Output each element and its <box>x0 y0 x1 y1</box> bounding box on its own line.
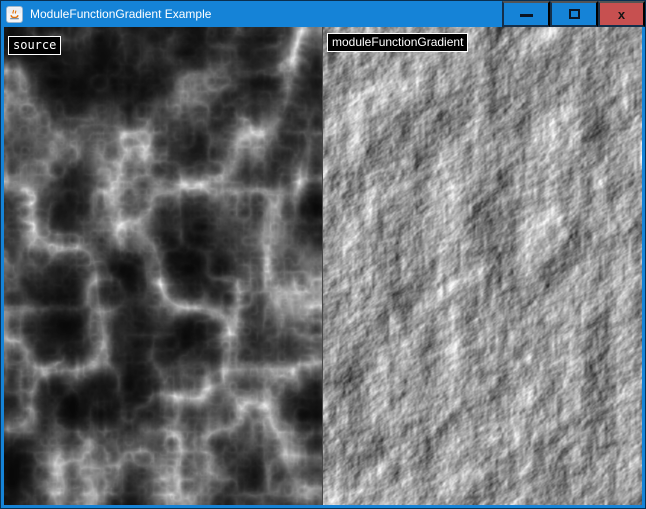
caption-buttons: x <box>502 1 645 27</box>
source-image-canvas <box>4 27 322 505</box>
minimize-icon <box>520 14 533 17</box>
window-title: ModuleFunctionGradient Example <box>30 7 211 21</box>
maximize-button[interactable] <box>550 1 598 27</box>
java-coffee-cup-icon[interactable] <box>6 6 23 23</box>
source-label: source <box>8 36 61 55</box>
close-button[interactable]: x <box>598 1 645 27</box>
gradient-image-canvas <box>323 27 642 505</box>
window-content: source moduleFunctionGradient <box>1 27 645 508</box>
title-bar-left: ModuleFunctionGradient Example <box>1 1 502 27</box>
minimize-button[interactable] <box>502 1 550 27</box>
pane-gradient: moduleFunctionGradient <box>322 27 642 505</box>
close-icon: x <box>618 8 625 21</box>
maximize-icon <box>569 9 580 19</box>
application-window: ModuleFunctionGradient Example x source … <box>0 0 646 509</box>
title-bar[interactable]: ModuleFunctionGradient Example x <box>1 1 645 27</box>
gradient-label: moduleFunctionGradient <box>327 33 468 52</box>
pane-source: source <box>4 27 322 505</box>
